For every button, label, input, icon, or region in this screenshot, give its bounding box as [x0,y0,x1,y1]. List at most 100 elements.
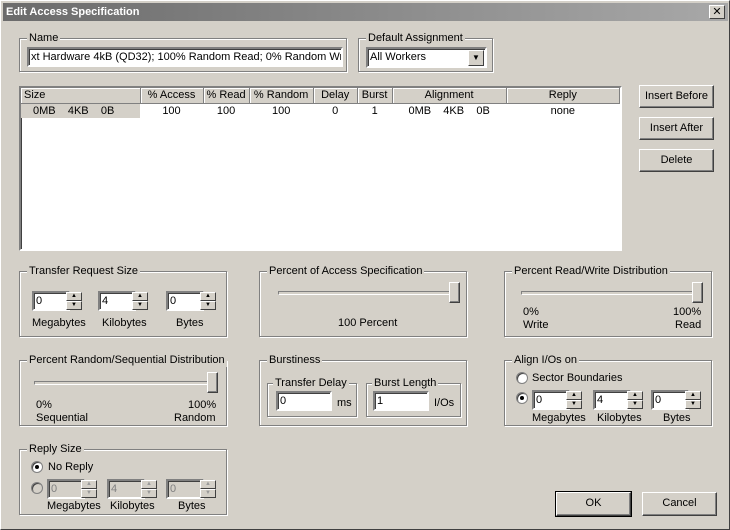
align-bytes-up-icon[interactable]: ▲ [685,391,701,400]
align-bytes-down-icon[interactable]: ▼ [685,400,701,409]
random-seq-group: Percent Random/Sequential Distribution 0… [19,353,227,426]
read-write-right-label: Read [675,319,702,331]
reply-kilobytes-up-icon[interactable]: ▲ [141,480,157,489]
percent-access-slider-track[interactable] [278,291,458,295]
transfer-delay-input[interactable]: 0 [276,391,332,411]
align-bytes-input[interactable]: 0 [651,390,689,410]
reply-size-title: Reply Size [27,442,84,456]
reply-bytes-up-icon[interactable]: ▲ [200,480,216,489]
random-seq-slider-track[interactable] [34,381,216,385]
reply-megabytes-label: Megabytes [47,500,101,512]
align-kilobytes-up-icon[interactable]: ▲ [627,391,643,400]
chevron-down-icon[interactable]: ▼ [468,50,484,66]
reply-megabytes-up-icon[interactable]: ▲ [81,480,97,489]
name-group-title: Name [27,31,61,45]
read-write-left-label: Write [523,319,549,331]
delete-button[interactable]: Delete [639,149,714,172]
read-write-slider-thumb[interactable] [692,282,703,303]
transfer-delay-unit: ms [337,397,352,409]
percent-access-slider-thumb[interactable] [449,282,460,303]
transfer-delay-title: Transfer Delay [273,376,349,390]
reply-bytes-down-icon[interactable]: ▼ [200,489,216,498]
reply-bytes-input[interactable]: 0 [166,479,204,499]
access-spec-table[interactable]: Size % Access % Read % Random Delay Burs… [19,86,622,251]
percent-access-group: Percent of Access Specification 100 Perc… [259,264,467,337]
reply-kilobytes-input[interactable]: 4 [107,479,145,499]
random-seq-right-pct: 100% [188,399,217,411]
transfer-bytes-up-icon[interactable]: ▲ [200,292,216,301]
reply-megabytes-down-icon[interactable]: ▼ [81,489,97,498]
transfer-bytes-input[interactable]: 0 [166,291,204,311]
transfer-kilobytes-down-icon[interactable]: ▼ [132,301,148,310]
read-write-right-pct: 100% [673,306,702,318]
transfer-size-title: Transfer Request Size [27,264,141,278]
read-write-group: Percent Read/Write Distribution 0% Write… [504,264,712,337]
read-write-slider-track[interactable] [521,291,701,295]
read-write-title: Percent Read/Write Distribution [512,264,670,278]
align-kilobytes-label: Kilobytes [597,412,642,424]
transfer-bytes-label: Bytes [176,317,204,329]
align-kilobytes-input[interactable]: 4 [593,390,631,410]
default-assignment-value: All Workers [370,51,427,63]
table-header-row: Size % Access % Read % Random Delay Burs… [21,88,620,104]
burst-length-title: Burst Length [372,376,439,390]
sector-boundaries-radio[interactable] [516,372,528,384]
default-assignment-group: Default Assignment All Workers ▼ [358,31,493,72]
random-seq-slider-thumb[interactable] [207,372,218,393]
transfer-megabytes-input[interactable]: 0 [32,291,70,311]
align-custom-radio[interactable] [516,392,528,404]
close-icon[interactable]: ✕ [709,5,725,19]
name-input[interactable]: xt Hardware 4kB (QD32); 100% Random Read… [27,47,343,67]
align-megabytes-input[interactable]: 0 [532,390,570,410]
random-seq-right-label: Random [174,412,216,424]
align-megabytes-label: Megabytes [532,412,586,424]
reply-size-group: Reply Size No Reply 0 ▲ ▼ 4 ▲ ▼ 0 ▲ ▼ Me… [19,442,227,515]
cell-random: 100 [271,104,291,117]
no-reply-radio[interactable] [31,461,43,473]
percent-access-title: Percent of Access Specification [267,264,425,278]
burst-length-input[interactable]: 1 [373,391,429,411]
reply-kilobytes-down-icon[interactable]: ▼ [141,489,157,498]
cell-access: 100 [162,104,181,117]
cell-burst: 1 [371,104,378,117]
random-seq-title: Percent Random/Sequential Distribution [27,353,227,367]
column-header-size[interactable]: Size [21,88,141,104]
transfer-megabytes-up-icon[interactable]: ▲ [66,292,82,301]
insert-after-button[interactable]: Insert After [639,117,714,140]
column-header-delay[interactable]: Delay [313,88,358,104]
column-header-burst[interactable]: Burst [357,88,393,104]
default-assignment-title: Default Assignment [366,31,465,45]
default-assignment-select[interactable]: All Workers ▼ [366,47,487,68]
cell-alignment: 0MB 4KB 0B [408,104,490,117]
column-header-reply[interactable]: Reply [506,88,620,104]
percent-access-value: 100 Percent [338,317,398,329]
cell-delay: 0 [332,104,339,117]
transfer-size-group: Transfer Request Size 0 ▲ ▼ 4 ▲ ▼ 0 ▲ ▼ … [19,264,227,337]
cancel-button[interactable]: Cancel [642,492,717,516]
column-header-alignment[interactable]: Alignment [392,88,507,104]
transfer-bytes-down-icon[interactable]: ▼ [200,301,216,310]
transfer-kilobytes-label: Kilobytes [102,317,147,329]
ok-button[interactable]: OK [555,491,632,517]
column-header-random[interactable]: % Random [249,88,314,104]
transfer-kilobytes-up-icon[interactable]: ▲ [132,292,148,301]
burstiness-group: Burstiness Transfer Delay 0 ms Burst Len… [259,353,467,426]
column-header-read[interactable]: % Read [203,88,250,104]
no-reply-label: No Reply [48,461,94,473]
name-group: Name xt Hardware 4kB (QD32); 100% Random… [19,31,347,72]
transfer-delay-group: Transfer Delay 0 ms [267,376,357,417]
reply-custom-radio[interactable] [31,482,43,494]
align-kilobytes-down-icon[interactable]: ▼ [627,400,643,409]
column-header-access[interactable]: % Access [140,88,204,104]
cell-reply: none [550,104,576,117]
align-megabytes-up-icon[interactable]: ▲ [566,391,582,400]
reply-megabytes-input[interactable]: 0 [47,479,85,499]
transfer-kilobytes-input[interactable]: 4 [98,291,136,311]
insert-before-button[interactable]: Insert Before [639,85,714,108]
transfer-megabytes-down-icon[interactable]: ▼ [66,301,82,310]
burst-length-unit: I/Os [434,397,455,409]
reply-kilobytes-label: Kilobytes [110,500,155,512]
table-row[interactable]: 0MB 4KB 0B 100 100 100 0 1 0MB 4KB 0B no… [21,103,620,118]
align-megabytes-down-icon[interactable]: ▼ [566,400,582,409]
align-group: Align I/Os on Sector Boundaries 0 ▲ ▼ 4 … [504,353,712,426]
